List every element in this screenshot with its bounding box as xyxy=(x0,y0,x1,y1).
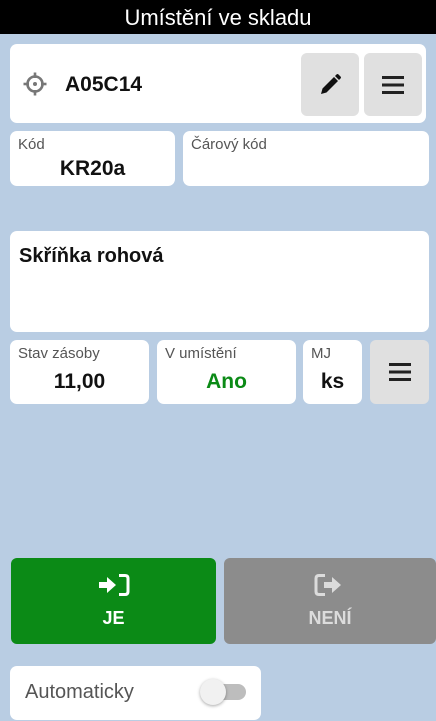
item-name: Skříňka rohová xyxy=(19,245,164,267)
location-code: A05C14 xyxy=(65,73,143,96)
sign-out-icon xyxy=(314,573,341,596)
in-location-label: V umístění xyxy=(165,345,237,362)
stock-level-label: Stav zásoby xyxy=(18,345,100,362)
in-location-value: Ano xyxy=(206,370,247,393)
neni-label: NENÍ xyxy=(308,607,352,628)
unit-label: MJ xyxy=(311,345,331,362)
barcode-label: Čárový kód xyxy=(191,136,267,153)
unit-value: ks xyxy=(320,370,345,393)
je-button[interactable]: JE xyxy=(11,558,216,644)
window-title: Umístění ve skladu xyxy=(0,0,436,34)
je-label: JE xyxy=(102,607,125,628)
stock-menu-button[interactable] xyxy=(370,340,429,404)
barcode-field[interactable]: Čárový kód xyxy=(183,131,429,186)
stock-level-value: 11,00 xyxy=(53,370,106,393)
neni-button[interactable]: NENÍ xyxy=(224,558,436,644)
stock-level-card: Stav zásoby 11,00 xyxy=(10,340,149,404)
edit-location-button[interactable] xyxy=(301,53,359,116)
crosshair-icon xyxy=(23,72,47,96)
kod-field[interactable]: Kód KR20a xyxy=(10,131,175,186)
in-location-card: V umístění Ano xyxy=(157,340,296,404)
hamburger-menu-icon xyxy=(388,363,411,381)
auto-label: Automaticky xyxy=(25,681,134,703)
unit-card: MJ ks xyxy=(303,340,362,404)
kod-value: KR20a xyxy=(59,157,126,180)
auto-toggle-thumb[interactable] xyxy=(200,679,226,705)
sign-in-icon xyxy=(98,573,129,596)
location-menu-button[interactable] xyxy=(364,53,422,116)
pencil-icon xyxy=(321,73,341,94)
kod-label: Kód xyxy=(18,136,45,153)
hamburger-menu-icon xyxy=(382,75,404,94)
item-name-card: Skříňka rohová xyxy=(10,231,429,332)
